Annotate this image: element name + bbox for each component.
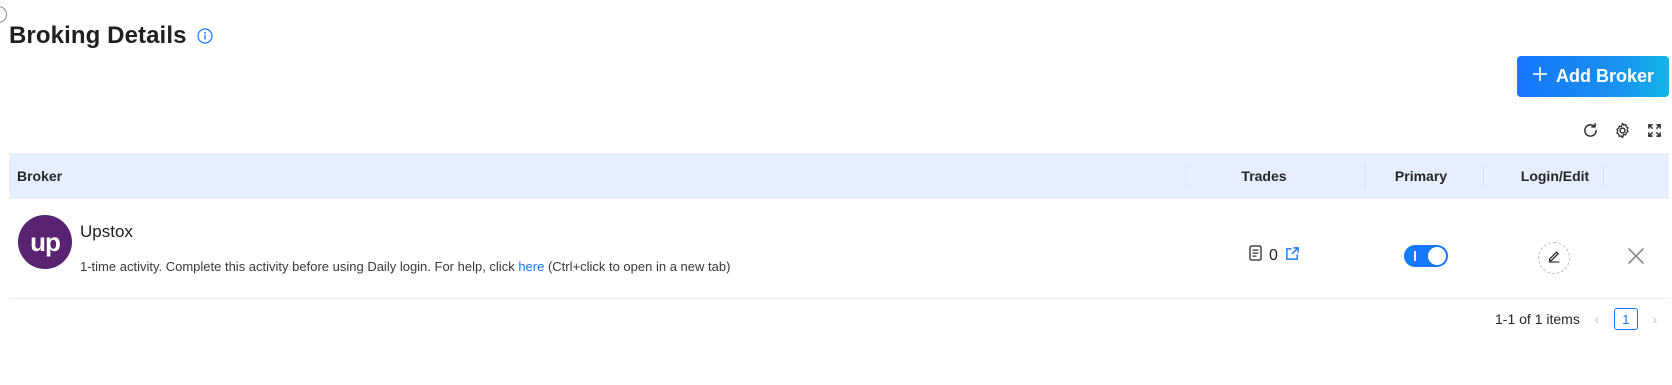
external-link-icon[interactable] [1285, 246, 1300, 266]
column-header-login-edit: Login/Edit [1520, 168, 1590, 184]
broker-name: Upstox [80, 222, 133, 241]
broker-logo: up [18, 215, 72, 269]
column-header-trades: Trades [1241, 168, 1287, 184]
table-toolbar [1580, 120, 1664, 140]
table-row: up Upstox 1-time activity. Complete this… [9, 199, 1669, 299]
reload-icon[interactable] [1580, 120, 1600, 140]
toggle-knob [1428, 247, 1446, 265]
delete-broker-button[interactable] [1623, 245, 1649, 271]
next-page-icon[interactable]: › [1648, 311, 1662, 327]
corner-circle-control[interactable] [0, 6, 7, 23]
pagination-summary: 1-1 of 1 items [1495, 311, 1580, 327]
table-header: Broker Trades Primary Login/Edit [9, 153, 1669, 199]
toggle-on-mark [1414, 251, 1416, 261]
broker-note: 1-time activity. Complete this activity … [80, 259, 730, 274]
column-header-primary: Primary [1394, 168, 1448, 184]
add-broker-label: Add Broker [1555, 66, 1654, 86]
prev-page-icon[interactable]: ‹ [1590, 311, 1604, 327]
fullscreen-icon[interactable] [1644, 120, 1664, 140]
primary-toggle[interactable] [1404, 245, 1448, 267]
document-icon [1249, 245, 1262, 266]
page-header: Broking Details [9, 22, 214, 50]
trades-count: 0 [1269, 246, 1278, 264]
column-divider [1483, 165, 1484, 187]
gear-icon[interactable] [1612, 120, 1632, 140]
column-divider [1603, 165, 1604, 187]
broker-table: Broker Trades Primary Login/Edit up Upst… [9, 153, 1669, 299]
trades-cell: 0 [1249, 245, 1300, 266]
pencil-icon [1547, 249, 1561, 268]
column-header-broker: Broker [17, 168, 63, 184]
pagination: 1-1 of 1 items ‹ 1 › [1495, 308, 1662, 330]
page-title: Broking Details [9, 22, 187, 49]
edit-button[interactable] [1538, 242, 1570, 274]
info-icon[interactable] [197, 28, 214, 45]
page-number-button[interactable]: 1 [1613, 308, 1638, 330]
help-link[interactable]: here [518, 259, 544, 274]
broker-note-suffix: (Ctrl+click to open in a new tab) [544, 259, 731, 274]
plus-icon [1532, 66, 1548, 87]
close-icon [1626, 246, 1646, 271]
broker-note-text: 1-time activity. Complete this activity … [80, 259, 519, 274]
broker-logo-text: up [30, 226, 61, 257]
add-broker-button[interactable]: Add Broker [1517, 56, 1669, 97]
